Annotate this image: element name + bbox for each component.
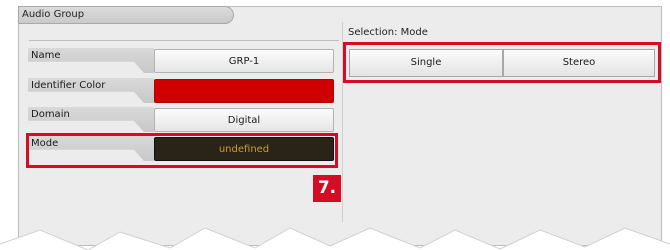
selection-label: Selection: Mode	[348, 27, 428, 38]
torn-edge-decoration	[0, 227, 670, 250]
domain-value-button[interactable]: Digital	[154, 108, 334, 132]
selection-highlight-box	[343, 42, 661, 83]
panel-title-tab: Audio Group	[18, 6, 234, 24]
identifier-color-swatch[interactable]	[154, 79, 334, 103]
panel-title: Audio Group	[22, 9, 85, 20]
mode-highlight-box	[26, 133, 338, 168]
step-badge: 7.	[313, 175, 341, 202]
name-value-button[interactable]: GRP-1	[154, 49, 334, 73]
properties-divider	[29, 40, 339, 41]
